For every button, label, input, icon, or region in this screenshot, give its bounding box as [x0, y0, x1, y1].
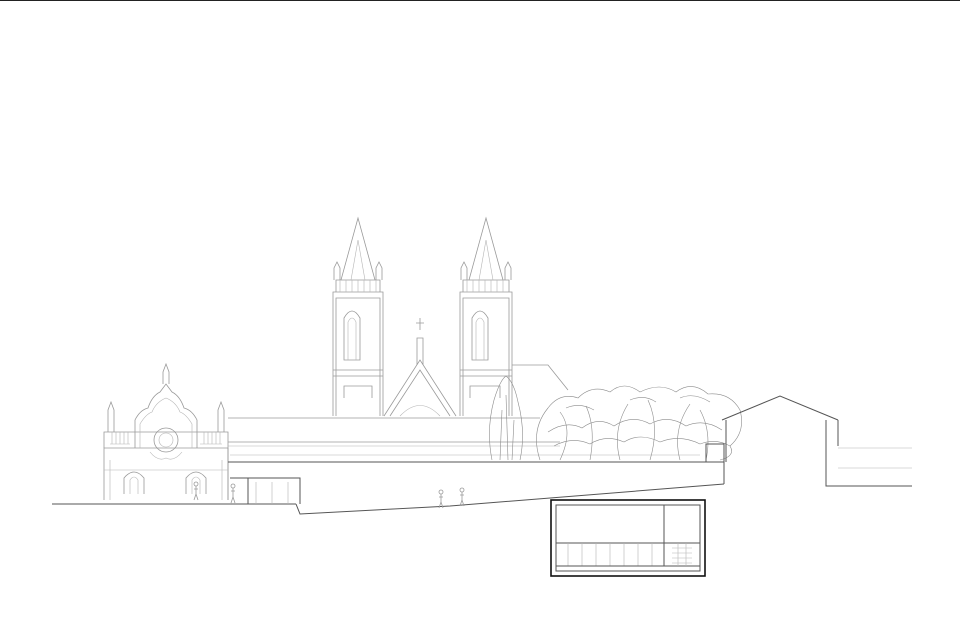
baroque-gable-facade: [103, 362, 229, 500]
church-tower-left: [332, 216, 384, 416]
church-tower-right: [459, 216, 513, 416]
figure: [459, 487, 465, 507]
figure: [193, 481, 199, 501]
underground-gallery-section: [550, 499, 706, 577]
elevation-drawing: [52, 216, 912, 577]
long-wall: [227, 417, 700, 500]
figure: [230, 483, 236, 504]
gabled-house: [705, 395, 912, 487]
twin-tower-church: [332, 216, 569, 417]
figure: [438, 489, 444, 509]
